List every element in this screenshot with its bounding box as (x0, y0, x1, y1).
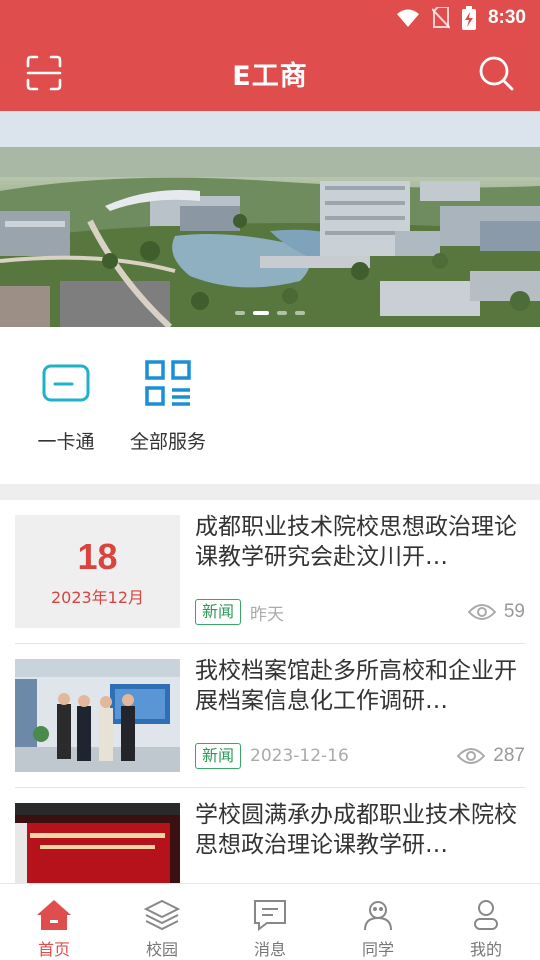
service-all-label: 全部服务 (129, 431, 206, 453)
tab-messages[interactable]: 消息 (216, 884, 324, 960)
message-icon (252, 898, 288, 932)
status-bar: 8:30 (0, 0, 540, 36)
tab-classmates-label: 同学 (361, 940, 394, 959)
card-icon (40, 357, 92, 409)
news-thumbnail (15, 659, 180, 772)
banner-carousel[interactable] (0, 111, 540, 327)
profile-icon (468, 898, 504, 932)
quick-services: 一卡通 全部服务 (0, 327, 540, 484)
news-title[interactable]: 成都职业技术院校思想政治理论课教学研究会赴汶川开… (195, 512, 525, 572)
bottom-nav: 首页 校园 消息 同学 我的 (0, 883, 540, 960)
news-tag: 新闻 (195, 599, 242, 625)
date-thumbnail: 18 2023年12月 (15, 515, 180, 628)
status-time: 8:30 (487, 7, 526, 28)
news-title[interactable]: 我校档案馆赴多所高校和企业开展档案信息化工作调研… (195, 656, 525, 716)
service-card[interactable]: 一卡通 (11, 357, 121, 454)
home-icon (36, 898, 72, 932)
grid-menu-icon (142, 357, 194, 409)
news-item[interactable]: 18 2023年12月 成都职业技术院校思想政治理论课教学研究会赴汶川开… 新闻… (15, 500, 525, 644)
app-screen: 8:30 E工商 一卡通 全部服务 18 2023年12月 成都职业技术院校思想… (0, 0, 540, 960)
view-count: 59 (467, 601, 525, 623)
carousel-indicator (0, 311, 540, 315)
news-photo (15, 659, 180, 772)
news-meta: 新闻 2023-12-16 287 (195, 741, 525, 771)
search-icon[interactable] (476, 53, 516, 93)
eye-icon (457, 748, 486, 764)
carousel-dot-active[interactable] (253, 311, 269, 315)
tab-profile-label: 我的 (469, 940, 502, 959)
wifi-icon (396, 8, 420, 28)
date-year-month: 2023年12月 (50, 587, 145, 607)
tab-campus[interactable]: 校园 (108, 884, 216, 960)
news-meta: 新闻 昨天 59 (195, 597, 525, 627)
carousel-dot[interactable] (295, 311, 305, 315)
view-count-value: 59 (503, 601, 525, 622)
tab-campus-label: 校园 (145, 940, 178, 959)
service-all[interactable]: 全部服务 (113, 357, 223, 454)
news-title[interactable]: 学校圆满承办成都职业技术院校思想政治理论课教学研… (195, 800, 525, 860)
app-title: E工商 (232, 61, 308, 92)
battery-charging-icon (461, 6, 476, 30)
tab-messages-label: 消息 (253, 940, 286, 959)
campus-aerial-photo (0, 111, 540, 327)
date-day: 18 (77, 535, 118, 577)
eye-icon (467, 604, 496, 620)
classmates-icon (360, 898, 396, 932)
tab-home-label: 首页 (37, 940, 70, 959)
carousel-dot[interactable] (277, 311, 287, 315)
news-time: 昨天 (250, 604, 285, 625)
news-tag: 新闻 (195, 743, 242, 769)
view-count: 287 (457, 745, 525, 767)
section-divider (0, 484, 540, 500)
tab-classmates[interactable]: 同学 (324, 884, 432, 960)
carousel-dot[interactable] (235, 311, 245, 315)
no-sim-icon (431, 7, 450, 29)
news-item[interactable]: 我校档案馆赴多所高校和企业开展档案信息化工作调研… 新闻 2023-12-16 … (15, 644, 525, 788)
service-card-label: 一卡通 (37, 431, 95, 453)
news-time: 2023-12-16 (250, 746, 349, 766)
app-bar: E工商 (0, 36, 540, 111)
tab-profile[interactable]: 我的 (432, 884, 540, 960)
layers-icon (144, 898, 180, 932)
tab-home[interactable]: 首页 (0, 884, 108, 960)
view-count-value: 287 (493, 745, 525, 766)
